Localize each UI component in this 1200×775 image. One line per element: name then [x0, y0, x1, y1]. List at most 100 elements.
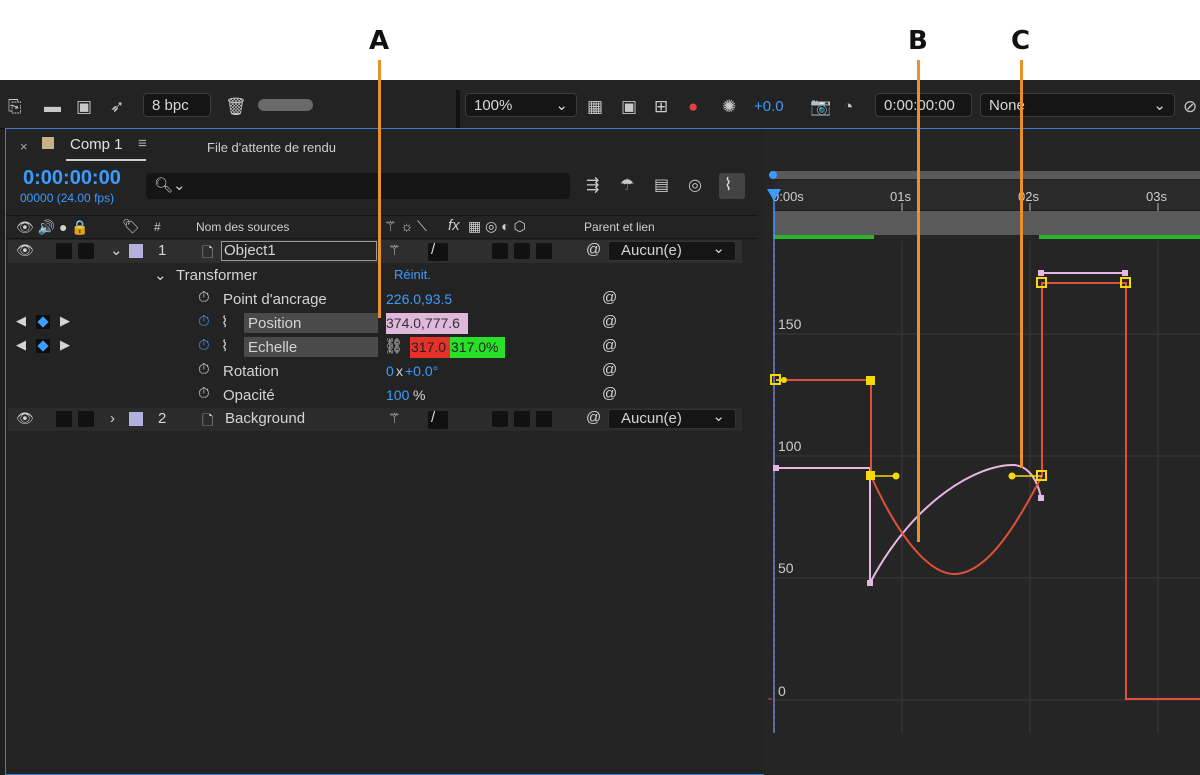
frame-blending-icon[interactable]: ▤: [654, 175, 669, 197]
graph-icon[interactable]: ⌇: [221, 313, 228, 331]
motion-blur-icon[interactable]: ◎: [688, 175, 702, 197]
pick-whip-icon[interactable]: @: [602, 289, 617, 306]
switch-box-1[interactable]: [492, 411, 508, 427]
scale-y-box[interactable]: 317.0%: [450, 337, 505, 358]
layer-label-color[interactable]: [129, 412, 143, 426]
folder-icon[interactable]: ▬: [44, 96, 61, 118]
stopwatch-active-icon[interactable]: ⏱: [198, 313, 210, 330]
next-keyframe-icon[interactable]: ▶: [60, 313, 70, 329]
keyframe-diamond-icon: [37, 316, 49, 328]
switch-box-3[interactable]: [536, 411, 552, 427]
layer-label-color[interactable]: [129, 244, 143, 258]
column-source-name[interactable]: Nom des sources: [196, 220, 289, 234]
solo-switch[interactable]: [78, 411, 94, 427]
exposure-value[interactable]: +0.0: [754, 96, 784, 118]
panel-menu-icon[interactable]: ≡: [138, 135, 147, 152]
layer-row-background[interactable]: 👁 › 2 🗋 Background ⚚ / @ Aucun(e) ⌄: [8, 408, 742, 431]
current-time-display[interactable]: 0:00:00:00: [23, 167, 121, 190]
keyframe-toggle[interactable]: [36, 339, 50, 353]
quality-switch[interactable]: /: [428, 409, 448, 429]
pick-whip-icon[interactable]: @: [602, 361, 617, 378]
anchor-label: Point d'ancrage: [223, 291, 327, 308]
tab-render-queue[interactable]: File d'attente de rendu: [207, 140, 336, 155]
zoom-dropdown[interactable]: 100% ⌄: [465, 93, 577, 117]
switch-box-3[interactable]: [536, 243, 552, 259]
stopwatch-icon[interactable]: ⏱: [198, 385, 210, 402]
region-of-interest-icon[interactable]: ⊞: [654, 96, 668, 118]
stopwatch-active-icon[interactable]: ⏱: [198, 337, 210, 354]
solo-switch[interactable]: [78, 243, 94, 259]
toolbar-timecode[interactable]: 0:00:00:00: [875, 93, 972, 117]
anchor-value[interactable]: 226.0,93.5: [386, 291, 452, 307]
prev-keyframe-icon[interactable]: ◀: [16, 337, 26, 353]
quality-switch[interactable]: /: [428, 241, 448, 261]
preview-slider[interactable]: [258, 99, 313, 111]
switch-box-1[interactable]: [492, 243, 508, 259]
ruler-label-1: 01s: [890, 189, 911, 204]
pick-whip-icon[interactable]: @: [586, 241, 601, 258]
shy-switch-icon[interactable]: ⚚: [388, 242, 401, 259]
next-keyframe-icon[interactable]: ▶: [60, 337, 70, 353]
color-channels-icon[interactable]: ●: [688, 96, 698, 118]
scale-x-box[interactable]: 317.0: [410, 337, 450, 358]
options-icon[interactable]: ⊘: [1183, 96, 1197, 118]
shy-layers-icon[interactable]: ☂: [620, 175, 634, 197]
switch-box-2[interactable]: [514, 243, 530, 259]
graph-editor-toggle[interactable]: ⌇: [719, 173, 745, 199]
flowchart-icon[interactable]: ⎘: [8, 96, 22, 118]
visibility-eye-icon[interactable]: 👁: [16, 410, 34, 427]
column-parent-link[interactable]: Parent et lien: [584, 220, 655, 234]
show-snapshot-icon[interactable]: ◔: [843, 96, 853, 118]
opacity-value[interactable]: 100: [386, 387, 409, 403]
shy-switch-icon[interactable]: ⚚: [388, 410, 401, 427]
comp-flowchart-icon[interactable]: ⇶: [586, 175, 599, 197]
parent-dropdown[interactable]: Aucun(e) ⌄: [608, 408, 736, 429]
view-select-dropdown[interactable]: None ⌄: [980, 93, 1175, 117]
reset-link[interactable]: Réinit.: [394, 267, 431, 282]
layer-row-object1[interactable]: 👁 ⌄ 1 🗋 Object1 ⚚ / @ Aucun(e) ⌄: [8, 240, 742, 263]
chevron-right-icon[interactable]: ›: [110, 410, 115, 427]
position-value-box[interactable]: 374.0,777.6: [386, 313, 468, 334]
bezier-handle-2: [892, 472, 900, 480]
composition-icon[interactable]: ▣: [76, 96, 92, 118]
property-row-scale[interactable]: ◀ ▶ ⏱ ⌇ Echelle ⛓ 317.0 317.0% @: [8, 336, 742, 359]
constrain-link-icon[interactable]: ⛓: [384, 337, 403, 355]
camera-icon[interactable]: 📷: [810, 96, 831, 118]
layer-name[interactable]: Background: [225, 410, 305, 427]
transform-group-row[interactable]: ⌄ Transformer Réinit.: [8, 264, 742, 287]
close-tab-icon[interactable]: ×: [20, 139, 28, 154]
layer-name-field[interactable]: Object1: [221, 241, 377, 261]
chevron-down-icon[interactable]: ⌄: [110, 241, 123, 259]
property-row-anchor[interactable]: ⏱ Point d'ancrage 226.0,93.5 @: [8, 288, 742, 311]
pick-whip-icon[interactable]: @: [586, 409, 601, 426]
pick-whip-icon[interactable]: @: [602, 337, 617, 354]
property-row-rotation[interactable]: ⏱ Rotation 0 x +0.0° @: [8, 360, 742, 383]
rotation-turns[interactable]: 0: [386, 363, 394, 379]
graph-icon[interactable]: ⌇: [221, 337, 228, 355]
keyframe-toggle[interactable]: [36, 315, 50, 329]
bit-depth-button[interactable]: 8 bpc: [143, 93, 211, 117]
property-row-position[interactable]: ◀ ▶ ⏱ ⌇ Position 374.0,777.6 @: [8, 312, 742, 335]
layer-search-input[interactable]: 🔍︎⌄: [146, 173, 570, 199]
tab-comp1[interactable]: Comp 1: [70, 136, 123, 153]
chevron-down-icon[interactable]: ⌄: [154, 266, 167, 284]
pick-whip-icon[interactable]: @: [602, 313, 617, 330]
audio-switch[interactable]: [56, 243, 72, 259]
parent-dropdown[interactable]: Aucun(e) ⌄: [608, 240, 736, 261]
pick-whip-icon[interactable]: @: [602, 385, 617, 402]
trash-icon[interactable]: 🗑: [225, 96, 247, 118]
color-management-icon[interactable]: ✺: [722, 96, 736, 118]
mask-toggle-icon[interactable]: ▣: [621, 96, 637, 118]
graph-editor[interactable]: 0:00s 01s 02s 03s 150 100 50 0: [760, 129, 1200, 775]
rotation-degrees[interactable]: +0.0°: [405, 363, 438, 379]
transparency-grid-icon[interactable]: ▦: [587, 96, 603, 118]
stopwatch-icon[interactable]: ⏱: [198, 361, 210, 378]
switch-box-2[interactable]: [514, 411, 530, 427]
visibility-eye-icon[interactable]: 👁: [16, 242, 34, 259]
property-row-opacity[interactable]: ⏱ Opacité 100 % @: [8, 384, 742, 407]
stopwatch-icon[interactable]: ⏱: [198, 289, 210, 306]
feather-icon[interactable]: ➶: [110, 96, 124, 118]
prev-keyframe-icon[interactable]: ◀: [16, 313, 26, 329]
audio-switch[interactable]: [56, 411, 72, 427]
graph-editor-canvas[interactable]: 0:00s 01s 02s 03s 150 100 50 0: [760, 129, 1200, 775]
